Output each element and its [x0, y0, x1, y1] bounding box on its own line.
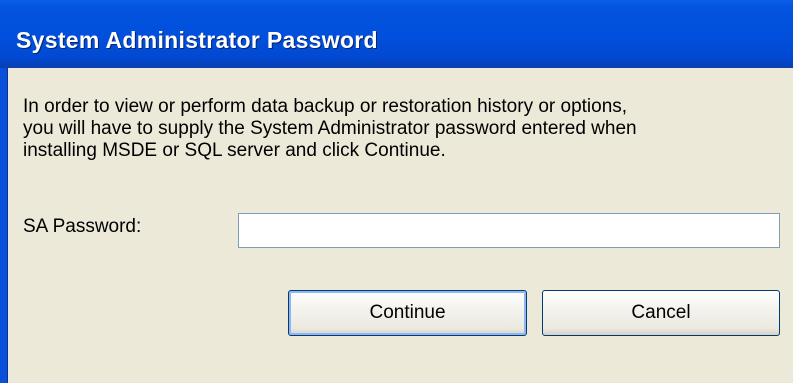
cancel-button[interactable]: Cancel: [542, 290, 780, 336]
window-left-border: [0, 68, 8, 383]
instruction-message: In order to view or perform data backup …: [23, 96, 783, 162]
sa-password-dialog: System Administrator Password In order t…: [0, 0, 793, 383]
title-bar[interactable]: System Administrator Password: [0, 0, 793, 68]
continue-button[interactable]: Continue: [288, 290, 527, 336]
dialog-title: System Administrator Password: [16, 27, 378, 53]
message-line: In order to view or perform data backup …: [23, 96, 628, 117]
message-line: you will have to supply the System Admin…: [23, 118, 637, 139]
sa-password-label: SA Password:: [23, 216, 142, 237]
message-line: installing MSDE or SQL server and click …: [23, 140, 446, 161]
sa-password-input[interactable]: [238, 213, 780, 248]
